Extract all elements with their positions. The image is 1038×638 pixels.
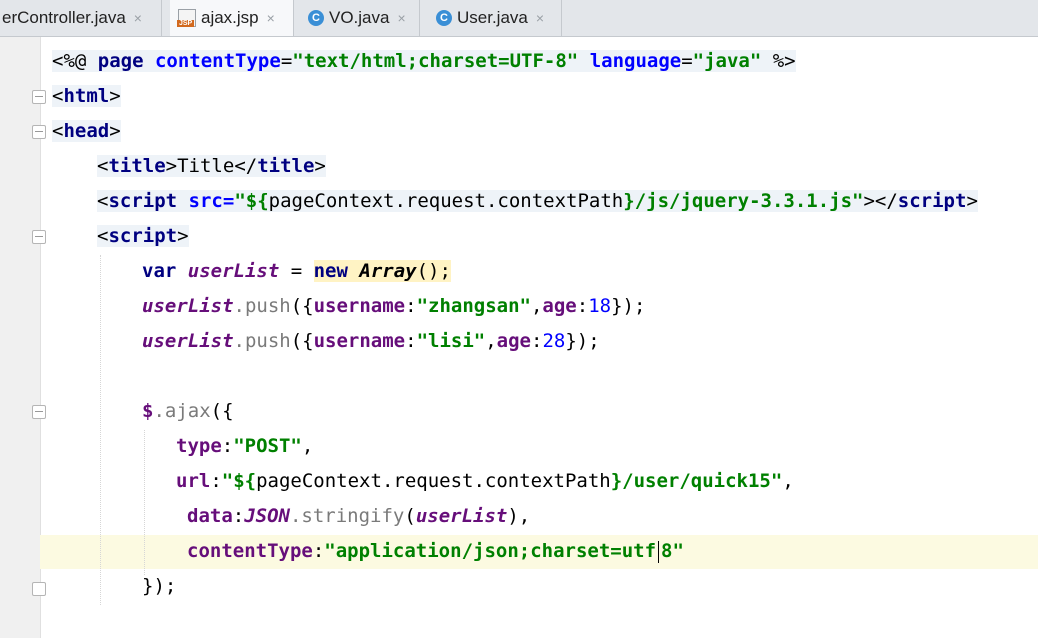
fold-marker-icon[interactable] bbox=[32, 230, 46, 244]
class-icon: C bbox=[308, 10, 324, 26]
tab-usercontroller[interactable]: erController.java × bbox=[0, 0, 162, 36]
tab-label: User.java bbox=[457, 8, 528, 27]
class-icon: C bbox=[436, 10, 452, 26]
code-line-12: type:"POST", bbox=[176, 435, 314, 457]
code-line-4: <title>Title</title> bbox=[97, 155, 326, 177]
code-line-1: <%@ page contentType="text/html;charset=… bbox=[52, 50, 796, 72]
tab-label: erController.java bbox=[2, 8, 126, 27]
tab-user-java[interactable]: C User.java × bbox=[428, 0, 562, 36]
code-line-6: <script> bbox=[97, 225, 189, 247]
fold-end-icon[interactable] bbox=[32, 582, 46, 596]
code-line-13: url:"${pageContext.request.contextPath}/… bbox=[176, 470, 794, 492]
editor-tab-bar: erController.java × JSP ajax.jsp × C VO.… bbox=[0, 0, 1038, 37]
fold-marker-icon[interactable] bbox=[32, 405, 46, 419]
code-line-2: <html> bbox=[52, 85, 121, 107]
code-line-15: contentType:"application/json;charset=ut… bbox=[187, 540, 684, 563]
code-line-3: <head> bbox=[52, 120, 121, 142]
code-line-7: var userList = new Array(); bbox=[142, 260, 451, 282]
tab-label: ajax.jsp bbox=[201, 8, 259, 27]
close-icon[interactable]: × bbox=[397, 10, 405, 26]
close-icon[interactable]: × bbox=[267, 10, 275, 26]
close-icon[interactable]: × bbox=[134, 10, 142, 26]
jsp-file-icon: JSP bbox=[177, 9, 196, 27]
code-line-9: userList.push({username:"lisi",age:28}); bbox=[142, 330, 600, 352]
code-line-14: data:JSON.stringify(userList), bbox=[187, 505, 531, 527]
tab-ajax-jsp[interactable]: JSP ajax.jsp × bbox=[170, 0, 294, 36]
close-icon[interactable]: × bbox=[536, 10, 544, 26]
fold-marker-icon[interactable] bbox=[32, 90, 46, 104]
fold-marker-icon[interactable] bbox=[32, 125, 46, 139]
code-line-8: userList.push({username:"zhangsan",age:1… bbox=[142, 295, 646, 317]
code-line-11: $.ajax({ bbox=[142, 400, 234, 422]
code-editor[interactable]: <%@ page contentType="text/html;charset=… bbox=[52, 44, 978, 604]
tab-label: VO.java bbox=[329, 8, 390, 27]
code-line-16: }); bbox=[142, 575, 177, 597]
text-cursor bbox=[658, 540, 660, 563]
code-line-5: <script src="${pageContext.request.conte… bbox=[97, 190, 978, 212]
tab-vo-java[interactable]: C VO.java × bbox=[300, 0, 420, 36]
